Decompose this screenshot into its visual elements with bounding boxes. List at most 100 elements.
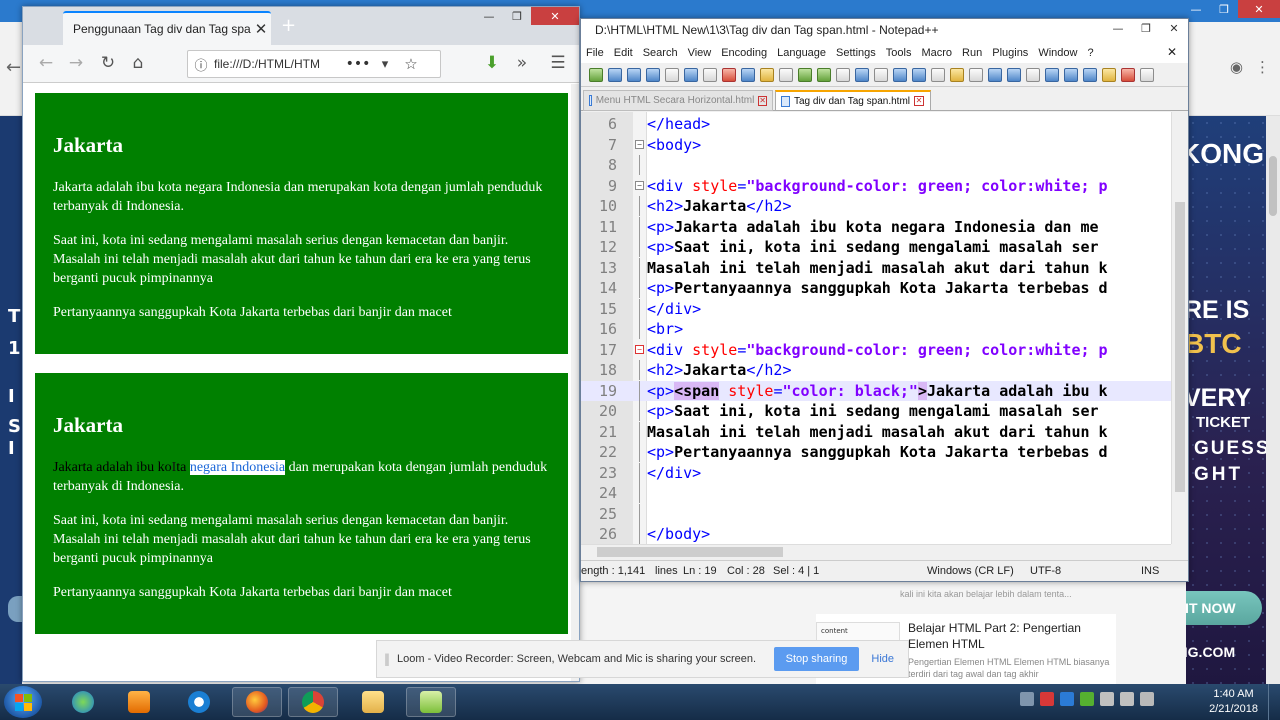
- code-line[interactable]: 26 </body>: [581, 524, 1171, 544]
- tray-app-icon[interactable]: [1080, 692, 1094, 706]
- npp-toolbar-button-icon[interactable]: [741, 68, 755, 82]
- taskbar-media-player[interactable]: [114, 687, 164, 717]
- start-button[interactable]: [4, 686, 42, 718]
- taskbar-clock[interactable]: 1:40 AM 2/21/2018: [1209, 687, 1258, 717]
- fold-toggle-icon[interactable]: −: [635, 344, 644, 354]
- show-desktop-button[interactable]: [1268, 684, 1280, 720]
- taskbar-explorer-globe[interactable]: [58, 687, 108, 717]
- tray-arrow-icon[interactable]: [1020, 692, 1034, 706]
- npp-toolbar-button-icon[interactable]: [703, 68, 717, 82]
- npp-toolbar-button-icon[interactable]: [1007, 68, 1021, 82]
- taskbar-firefox[interactable]: [232, 687, 282, 717]
- code-line[interactable]: 22 <p>Pertanyaannya sanggupkah Kota Jakar…: [581, 442, 1171, 462]
- code-line[interactable]: 21 Masalah ini telah menjadi masalah akut…: [581, 421, 1171, 442]
- scrollbar-thumb[interactable]: [1175, 202, 1185, 492]
- npp-menu-item[interactable]: Edit: [609, 47, 638, 59]
- page-actions-icon[interactable]: •••: [344, 56, 372, 72]
- npp-toolbar-button-icon[interactable]: [760, 68, 774, 82]
- drag-handle-icon[interactable]: ‖: [377, 652, 397, 666]
- back-arrow-icon[interactable]: ←: [6, 57, 21, 78]
- home-icon[interactable]: ⌂: [127, 53, 149, 73]
- npp-toolbar-button-icon[interactable]: [969, 68, 983, 82]
- npp-toolbar-button-icon[interactable]: [893, 68, 907, 82]
- npp-toolbar-button-icon[interactable]: [589, 68, 603, 82]
- npp-menu-item[interactable]: Language: [772, 47, 831, 59]
- code-line[interactable]: 15 </div>: [581, 298, 1171, 319]
- close-icon[interactable]: ✕: [531, 7, 579, 25]
- npp-toolbar-button-icon[interactable]: [684, 68, 698, 82]
- npp-menu-item[interactable]: View: [683, 47, 717, 59]
- code-line[interactable]: 18 <h2>Jakarta</h2>: [581, 360, 1171, 380]
- code-line[interactable]: 10 <h2>Jakarta</h2>: [581, 196, 1171, 216]
- npp-toolbar-button-icon[interactable]: [798, 68, 812, 82]
- npp-tab-tag-div-span[interactable]: Tag div dan Tag span.html ✕: [775, 90, 931, 111]
- npp-toolbar-button-icon[interactable]: [722, 68, 736, 82]
- npp-toolbar-button-icon[interactable]: [950, 68, 964, 82]
- restore-icon[interactable]: ❐: [1210, 0, 1238, 18]
- url-input[interactable]: [214, 57, 344, 71]
- code-line[interactable]: 7 − <body>: [581, 135, 1171, 155]
- code-line[interactable]: 11 <p>Jakarta adalah ibu kota negara Indo…: [581, 216, 1171, 237]
- code-line[interactable]: 25: [581, 503, 1171, 524]
- npp-toolbar-button-icon[interactable]: [1083, 68, 1097, 82]
- editor-horizontal-scrollbar[interactable]: [581, 544, 1171, 558]
- firefox-tab[interactable]: Penggunaan Tag div dan Tag span ✕: [63, 11, 271, 45]
- new-tab-icon[interactable]: +: [281, 15, 296, 36]
- npp-menu-item[interactable]: Window: [1033, 47, 1082, 59]
- npp-toolbar-button-icon[interactable]: [1045, 68, 1059, 82]
- restore-icon[interactable]: ❐: [1132, 19, 1160, 37]
- close-document-icon[interactable]: ✕: [1162, 45, 1182, 59]
- article-title[interactable]: Belajar HTML Part 2: Pengertian Elemen H…: [908, 620, 1118, 652]
- download-icon[interactable]: ⬇: [481, 53, 503, 73]
- extension-icon[interactable]: ◉: [1230, 58, 1243, 76]
- code-line[interactable]: 19 <p><span style="color: black;">Jakarta…: [581, 380, 1171, 401]
- code-line[interactable]: 6 </head>: [581, 114, 1171, 134]
- minimize-icon[interactable]: —: [475, 7, 503, 25]
- npp-toolbar-button-icon[interactable]: [1064, 68, 1078, 82]
- url-bar[interactable]: ⓘ ••• ▾ ☆: [187, 50, 441, 78]
- ad-get-it-now-button[interactable]: GET IT NOW: [1186, 591, 1262, 625]
- stop-sharing-button[interactable]: Stop sharing: [773, 647, 860, 671]
- code-line[interactable]: 14 <p>Pertanyaannya sanggupkah Kota Jakar…: [581, 278, 1171, 298]
- npp-toolbar-button-icon[interactable]: [608, 68, 622, 82]
- close-tab-icon[interactable]: ✕: [251, 20, 271, 38]
- info-icon[interactable]: ⓘ: [188, 55, 214, 74]
- code-line[interactable]: 9 − <div style="background-color: green; c…: [581, 176, 1171, 196]
- reload-icon[interactable]: ↻: [97, 53, 119, 73]
- close-tab-icon[interactable]: ✕: [914, 96, 925, 106]
- bookmark-star-icon[interactable]: ☆: [398, 55, 424, 73]
- volume-icon[interactable]: [1140, 692, 1154, 706]
- npp-toolbar-button-icon[interactable]: [1102, 68, 1116, 82]
- tray-app-icon[interactable]: [1100, 692, 1114, 706]
- firefox-scrollbar[interactable]: [571, 84, 579, 681]
- minimize-icon[interactable]: —: [1104, 19, 1132, 37]
- code-line[interactable]: 17 − <div style="background-color: green; …: [581, 340, 1171, 360]
- code-line[interactable]: 8: [581, 155, 1171, 175]
- hamburger-menu-icon[interactable]: ☰: [547, 53, 569, 73]
- hide-button[interactable]: Hide: [871, 653, 894, 665]
- close-tab-icon[interactable]: ✕: [758, 95, 767, 106]
- npp-toolbar-button-icon[interactable]: [988, 68, 1002, 82]
- code-line[interactable]: 12 <p>Saat ini, kota ini sedang mengalami…: [581, 237, 1171, 257]
- npp-toolbar-button-icon[interactable]: [874, 68, 888, 82]
- npp-toolbar-button-icon[interactable]: [1026, 68, 1040, 82]
- npp-toolbar-button-icon[interactable]: [627, 68, 641, 82]
- npp-toolbar-button-icon[interactable]: [646, 68, 660, 82]
- npp-toolbar-button-icon[interactable]: [779, 68, 793, 82]
- taskbar-internet-explorer[interactable]: [174, 687, 224, 717]
- code-line[interactable]: 16 <br>: [581, 319, 1171, 339]
- taskbar-chrome[interactable]: [288, 687, 338, 717]
- npp-toolbar-button-icon[interactable]: [665, 68, 679, 82]
- forward-arrow-icon[interactable]: →: [65, 53, 87, 73]
- npp-menu-item[interactable]: Plugins: [987, 47, 1033, 59]
- npp-tab-menu-html[interactable]: Menu HTML Secara Horizontal.html ✕: [583, 90, 773, 111]
- bitkong-ad-banner[interactable]: KONG RE IS BTC VERY TICKET GUESS GHT GET…: [1186, 116, 1266, 684]
- minimize-icon[interactable]: —: [1182, 0, 1210, 18]
- npp-toolbar-button-icon[interactable]: [931, 68, 945, 82]
- npp-menu-item[interactable]: Tools: [881, 47, 917, 59]
- npp-toolbar-button-icon[interactable]: [1121, 68, 1135, 82]
- overflow-chevron-icon[interactable]: »: [511, 53, 533, 73]
- fold-toggle-icon[interactable]: −: [635, 139, 644, 149]
- editor-vertical-scrollbar[interactable]: [1171, 112, 1188, 544]
- fold-toggle-icon[interactable]: −: [635, 180, 644, 190]
